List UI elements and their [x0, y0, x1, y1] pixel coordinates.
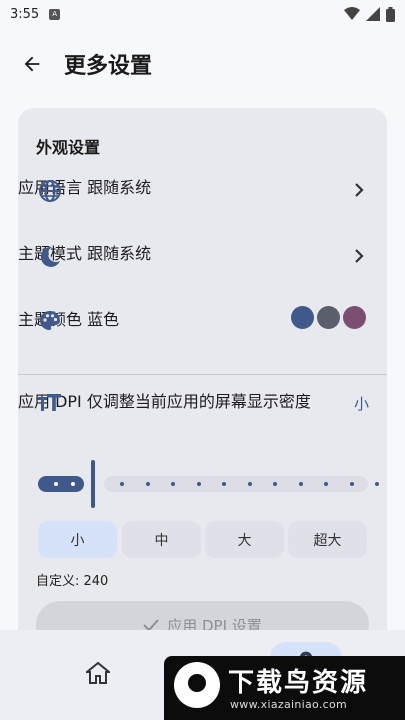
home-icon[interactable]: [86, 662, 110, 684]
setting-theme-mode[interactable]: 主题模式 跟随系统: [18, 240, 387, 298]
back-button[interactable]: [18, 50, 46, 78]
bird-logo-icon: [174, 662, 220, 708]
setting-value: 跟随系统: [87, 244, 152, 263]
dpi-option-extra-large[interactable]: 超大: [288, 521, 367, 558]
chevron-right-icon: [355, 183, 364, 197]
slider-tick: [324, 482, 328, 486]
slider-thumb[interactable]: [91, 460, 95, 508]
slider-tick: [145, 482, 150, 486]
setting-theme-color[interactable]: 主题颜色 蓝色: [18, 306, 387, 364]
custom-dpi-text: 自定义: 240: [36, 574, 109, 589]
slider-tick: [171, 482, 175, 486]
dpi-slider[interactable]: [38, 460, 379, 508]
arrow-back-icon: [24, 56, 40, 72]
color-swatch-gray[interactable]: [317, 306, 340, 329]
divider: [18, 374, 387, 375]
status-time: 3:55: [10, 6, 40, 22]
chevron-right-icon: [355, 249, 364, 263]
dpi-option-medium[interactable]: 中: [122, 521, 201, 558]
slider-tick: [273, 482, 277, 486]
slider-tick: [375, 482, 379, 486]
slider-tick: [298, 482, 303, 486]
slider-tick: [222, 482, 226, 486]
slider-tick: [120, 482, 124, 486]
watermark-logo: 下载鸟资源 www.xiazainiao.com: [164, 656, 405, 720]
color-swatch-purple[interactable]: [343, 306, 366, 329]
dpi-current-value: 小: [353, 395, 369, 413]
color-swatch-blue[interactable]: [291, 306, 314, 329]
slider-inactive-track: [104, 476, 368, 492]
cell-signal-icon: [366, 7, 380, 21]
status-icons: [344, 6, 395, 22]
slider-active-track: [38, 476, 84, 492]
wifi-icon: [344, 7, 360, 20]
moon-icon: [40, 246, 60, 267]
slider-tick: [71, 482, 75, 486]
slider-tick: [247, 482, 252, 486]
slider-tick: [54, 482, 58, 486]
text-size-icon: [38, 394, 61, 411]
dpi-option-large[interactable]: 大: [205, 521, 284, 558]
palette-icon: [40, 311, 60, 330]
app-bar: 更多设置: [0, 38, 405, 90]
battery-icon: [386, 6, 395, 22]
notification-icon: A: [49, 8, 61, 20]
dpi-option-small[interactable]: 小: [38, 521, 117, 558]
page-title: 更多设置: [64, 54, 153, 79]
setting-description: 仅调整当前应用的屏幕显示密度: [86, 392, 311, 411]
setting-value: 蓝色: [87, 310, 120, 329]
setting-app-dpi: 应用 DPI 仅调整当前应用的屏幕显示密度: [18, 388, 387, 448]
slider-tick: [349, 482, 354, 486]
status-bar: 3:55 A: [0, 0, 405, 28]
settings-card: 外观设置 应用语言 跟随系统 主题模式 跟随系统 主题颜色 蓝色: [18, 108, 387, 668]
globe-icon: [39, 180, 61, 202]
setting-value: 跟随系统: [87, 178, 152, 197]
watermark-title: 下载鸟资源: [228, 668, 369, 698]
setting-app-language[interactable]: 应用语言 跟随系统: [18, 174, 387, 232]
section-title-appearance: 外观设置: [36, 138, 101, 157]
slider-tick: [196, 482, 201, 486]
watermark-url: www.xiazainiao.com: [230, 698, 348, 711]
